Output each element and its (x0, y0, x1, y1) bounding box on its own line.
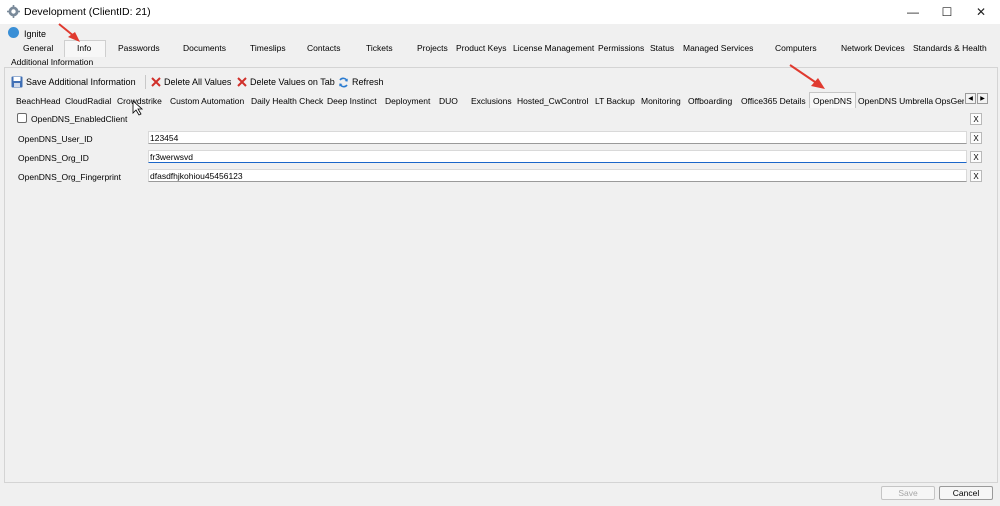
tab-computers[interactable]: Computers (775, 43, 817, 56)
subtab-crowdstrike[interactable]: Crowdstrike (117, 96, 162, 106)
tab-status[interactable]: Status (650, 43, 674, 56)
scroll-left-button[interactable]: ◀ (965, 93, 976, 104)
clear-user-id-button[interactable]: X (970, 132, 982, 144)
tab-license-management[interactable]: License Management (513, 43, 594, 56)
tab-info[interactable]: Info (77, 43, 91, 56)
field-label-org-id: OpenDNS_Org_ID (18, 153, 89, 163)
tab-content (11, 108, 991, 478)
tab-contacts[interactable]: Contacts (307, 43, 341, 56)
subtab-opsgen[interactable]: OpsGen (935, 96, 964, 106)
subtab-offboarding[interactable]: Offboarding (688, 96, 732, 106)
subtab-duo[interactable]: DUO (439, 96, 458, 106)
toolbar-divider (145, 75, 146, 89)
clear-enabledclient-button[interactable]: X (970, 113, 982, 125)
subtab-deployment[interactable]: Deployment (385, 96, 430, 106)
red-x-icon (237, 77, 247, 87)
ignite-globe-icon (8, 27, 19, 38)
opendns-org-fingerprint-input[interactable] (148, 169, 967, 182)
tab-permissions[interactable]: Permissions (598, 43, 644, 56)
window-title: Development (ClientID: 21) (24, 6, 151, 18)
opendns-enabledclient-checkbox[interactable] (17, 113, 27, 123)
close-button[interactable]: ✕ (964, 0, 998, 24)
minimize-icon: — (907, 5, 919, 19)
subtab-beachhead[interactable]: BeachHead (16, 96, 60, 106)
cancel-button[interactable]: Cancel (939, 486, 993, 500)
opendns-user-id-input[interactable] (148, 131, 967, 144)
delete-all-values-label: Delete All Values (164, 77, 232, 87)
subtab-opendns-umbrella[interactable]: OpenDNS Umbrella (858, 96, 933, 106)
close-icon: ✕ (975, 5, 987, 19)
refresh-label: Refresh (352, 77, 384, 87)
delete-values-on-tab-label: Delete Values on Tab (250, 77, 335, 87)
floppy-disk-icon (11, 76, 23, 88)
tab-documents[interactable]: Documents (183, 43, 226, 56)
checkbox-label: OpenDNS_EnabledClient (31, 114, 128, 124)
refresh-icon (339, 77, 348, 87)
tab-timeslips[interactable]: Timeslips (250, 43, 286, 56)
caret-left-icon: ◀ (968, 96, 973, 102)
tab-general[interactable]: General (23, 43, 53, 56)
subtab-cloudradial[interactable]: CloudRadial (65, 96, 111, 106)
subtab-monitoring[interactable]: Monitoring (641, 96, 681, 106)
tab-scroll-buttons: ◀ ▶ (965, 93, 989, 104)
caret-right-icon: ▶ (980, 96, 985, 102)
tab-tickets[interactable]: Tickets (366, 43, 393, 56)
delete-all-values-button[interactable]: Delete All Values (151, 75, 231, 89)
tab-product-keys[interactable]: Product Keys (456, 43, 507, 56)
ignite-label[interactable]: Ignite (24, 29, 46, 39)
tab-projects[interactable]: Projects (417, 43, 448, 56)
section-title: Additional Information (11, 57, 94, 67)
subtab-office365-details[interactable]: Office365 Details (741, 96, 806, 106)
tab-standards-health[interactable]: Standards & Health (913, 43, 987, 56)
refresh-button[interactable]: Refresh (338, 75, 384, 89)
subtab-hosted-cwcontrol[interactable]: Hosted_CwControl (517, 96, 588, 106)
delete-values-on-tab-button[interactable]: Delete Values on Tab (237, 75, 335, 89)
tab-managed-services[interactable]: Managed Services (683, 43, 753, 56)
save-button[interactable]: Save (881, 486, 935, 500)
clear-org-id-button[interactable]: X (970, 151, 982, 163)
tab-network-devices[interactable]: Network Devices (841, 43, 905, 56)
subtab-deep-instinct[interactable]: Deep Instinct (327, 96, 377, 106)
subtab-daily-health-check[interactable]: Daily Health Check (251, 96, 323, 106)
subtab-exclusions[interactable]: Exclusions (471, 96, 512, 106)
subtab-opendns[interactable]: OpenDNS (813, 96, 852, 106)
minimize-button[interactable]: — (896, 0, 930, 24)
opendns-org-id-input[interactable] (148, 150, 967, 163)
save-additional-info-button[interactable]: Save Additional Information (11, 75, 136, 89)
maximize-button[interactable]: ☐ (930, 0, 964, 24)
app-gear-icon (7, 5, 20, 18)
maximize-icon: ☐ (941, 5, 953, 19)
field-label-org-fingerprint: OpenDNS_Org_Fingerprint (18, 172, 121, 182)
save-additional-info-label: Save Additional Information (26, 77, 136, 87)
clear-org-fingerprint-button[interactable]: X (970, 170, 982, 182)
field-label-user-id: OpenDNS_User_ID (18, 134, 93, 144)
red-x-icon (151, 77, 161, 87)
scroll-right-button[interactable]: ▶ (977, 93, 988, 104)
tab-passwords[interactable]: Passwords (118, 43, 160, 56)
subtab-lt-backup[interactable]: LT Backup (595, 96, 635, 106)
subtab-custom-automation[interactable]: Custom Automation (170, 96, 244, 106)
